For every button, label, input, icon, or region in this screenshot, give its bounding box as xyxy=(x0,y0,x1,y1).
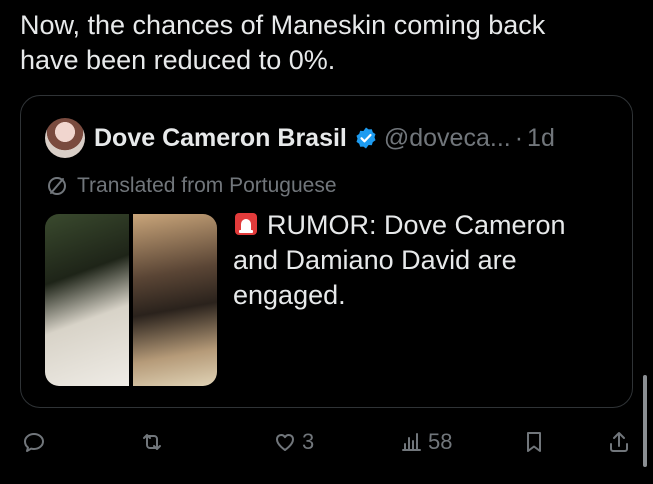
action-bar: 3 58 xyxy=(0,424,653,460)
tweet-text: Now, the chances of Maneskin coming back… xyxy=(20,10,546,75)
author-handle[interactable]: @doveca... xyxy=(384,124,511,153)
reply-button[interactable] xyxy=(22,424,51,460)
timestamp[interactable]: 1d xyxy=(527,124,555,153)
translation-label: Translated from Portuguese xyxy=(77,174,337,197)
separator-dot: · xyxy=(514,123,524,152)
bookmark-icon xyxy=(527,432,541,452)
analytics-icon xyxy=(402,433,421,451)
heart-icon xyxy=(276,434,294,451)
views-button[interactable]: 58 xyxy=(399,424,452,460)
photo-couple-indoor[interactable] xyxy=(133,214,217,386)
share-icon xyxy=(610,432,628,452)
quoted-tweet-text: RUMOR: Dove Cameron and Damiano David ar… xyxy=(233,208,613,313)
photo-couple-outdoor[interactable] xyxy=(45,214,129,386)
bookmark-button[interactable] xyxy=(522,424,546,460)
avatar[interactable] xyxy=(45,118,85,158)
share-button[interactable] xyxy=(607,424,631,460)
quoted-media[interactable] xyxy=(45,214,217,386)
quoted-tweet-body: RUMOR: Dove Cameron and Damiano David ar… xyxy=(233,210,566,310)
reply-icon xyxy=(24,433,44,452)
retweet-icon xyxy=(143,434,161,450)
translate-icon xyxy=(48,177,66,195)
siren-icon xyxy=(235,213,257,235)
quoted-tweet-card[interactable]: Dove Cameron Brasil @doveca... · 1d Tran… xyxy=(20,95,633,408)
quoted-tweet-header: Dove Cameron Brasil @doveca... · 1d xyxy=(45,118,555,158)
verified-badge-icon xyxy=(356,127,376,149)
retweet-button[interactable] xyxy=(140,424,169,460)
translation-notice: Translated from Portuguese xyxy=(45,174,337,198)
like-button[interactable]: 3 xyxy=(273,424,314,460)
author-name[interactable]: Dove Cameron Brasil xyxy=(94,124,347,153)
